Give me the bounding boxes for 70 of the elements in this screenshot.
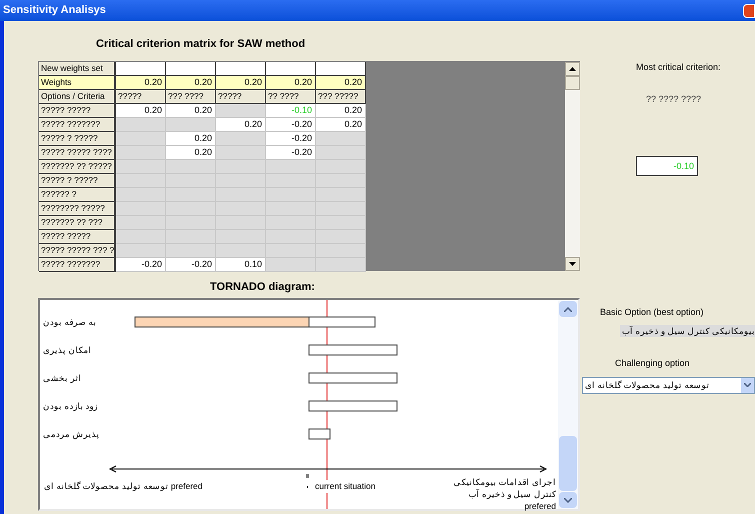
criterion-label: زود بازده بودن — [43, 400, 98, 412]
criterion-header: ??? ????? — [316, 90, 366, 104]
row-label: Options / Criteria — [39, 90, 116, 104]
scroll-thumb[interactable] — [565, 76, 580, 90]
weight-input[interactable] — [316, 62, 366, 76]
tornado-title: TORNADO diagram: — [209, 280, 316, 295]
scroll-up-icon[interactable] — [565, 62, 580, 76]
weight-input[interactable] — [166, 62, 216, 76]
weight-input[interactable] — [266, 62, 316, 76]
criterion-header: ????? — [216, 90, 266, 104]
criterion-header: ??? ???? — [166, 90, 216, 104]
criterion-label: پذیرش مردمی — [43, 428, 100, 440]
matrix-cell: -0.20 — [266, 146, 316, 160]
row-label: ????? ??????? — [39, 258, 116, 272]
weight-input[interactable] — [216, 62, 266, 76]
row-label: ????? ????? ??? ? — [39, 244, 116, 258]
vertical-scrollbar[interactable] — [565, 62, 580, 271]
weight-cell: 0.20 — [216, 76, 266, 90]
challenging-option-dropdown[interactable]: توسعه تولید محصولات گلخانه ای — [582, 376, 755, 394]
matrix-cell: 0.20 — [166, 104, 216, 118]
matrix-cell: -0.20 — [266, 132, 316, 146]
matrix-cell: 0.20 — [166, 146, 216, 160]
row-label: ????? ? ????? — [39, 174, 116, 188]
matrix-cell: 0.20 — [316, 104, 366, 118]
criterion-label: اثر بخشی — [43, 372, 82, 384]
weight-input[interactable] — [116, 62, 166, 76]
matrix-cell: 0.20 — [116, 104, 166, 118]
weight-cell: 0.20 — [266, 76, 316, 90]
criterion-header: ?? ???? — [266, 90, 316, 104]
matrix-cell: -0.20 — [166, 258, 216, 272]
row-label: ??????? ?? ??? — [39, 216, 116, 230]
matrix-cell: 0.20 — [316, 118, 366, 132]
dropdown-caret-icon[interactable] — [741, 378, 754, 393]
matrix-cell: -0.20 — [116, 258, 166, 272]
matrix-cell: 0.20 — [216, 118, 266, 132]
row-label: Weights — [39, 76, 116, 90]
current-situation-note: current situation — [315, 480, 376, 493]
criterion-label: امکان پذیری — [43, 344, 92, 356]
vertical-scrollbar[interactable] — [558, 300, 578, 509]
row-label: New weights set — [39, 62, 116, 76]
critical-criterion-name: ?? ???? ???? — [645, 92, 702, 106]
matrix-cell: 0.10 — [216, 258, 266, 272]
matrix-title: Critical criterion matrix for SAW method — [95, 37, 306, 52]
close-icon[interactable] — [743, 4, 755, 18]
right-preferred-note: اجرای اقدامات بیومکانیکی کنترل سیل و ذخیره آب prefered — [452, 476, 556, 512]
basic-option-value: بیومکانیکی کنترل سیل و ذخیره آب — [620, 324, 755, 338]
weight-cell: 0.20 — [316, 76, 366, 90]
row-label: ???????? ????? — [39, 202, 116, 216]
row-label: ????? ????? — [39, 104, 116, 118]
scroll-thumb[interactable] — [559, 436, 577, 491]
window-title: Sensitivity Analisys — [3, 3, 106, 18]
row-label: ?????? ? — [39, 188, 116, 202]
criterion-header: ????? — [116, 90, 166, 104]
left-preferred-note: توسعه تولید محصولات گلخانه ای prefered — [44, 480, 202, 493]
scroll-down-icon[interactable] — [565, 257, 580, 271]
tornado-bar — [308, 428, 330, 440]
row-label: ??????? ?? ????? — [39, 160, 116, 174]
matrix-cell: -0.20 — [266, 118, 316, 132]
criterion-label: به صرفه بودن — [43, 316, 97, 328]
most-critical-label: Most critical criterion: — [635, 61, 722, 74]
weight-cell: 0.20 — [116, 76, 166, 90]
row-label: ????? ??????? — [39, 118, 116, 132]
basic-option-label: Basic Option (best option) — [599, 306, 705, 319]
matrix-cell: -0.10 — [266, 104, 316, 118]
row-label: ????? ????? — [39, 230, 116, 244]
challenging-option-label: Challenging option — [614, 357, 691, 370]
row-label: ????? ? ????? — [39, 132, 116, 146]
matrix-cell: 0.20 — [166, 132, 216, 146]
weight-cell: 0.20 — [166, 76, 216, 90]
row-label: ????? ????? ???? — [39, 146, 116, 160]
